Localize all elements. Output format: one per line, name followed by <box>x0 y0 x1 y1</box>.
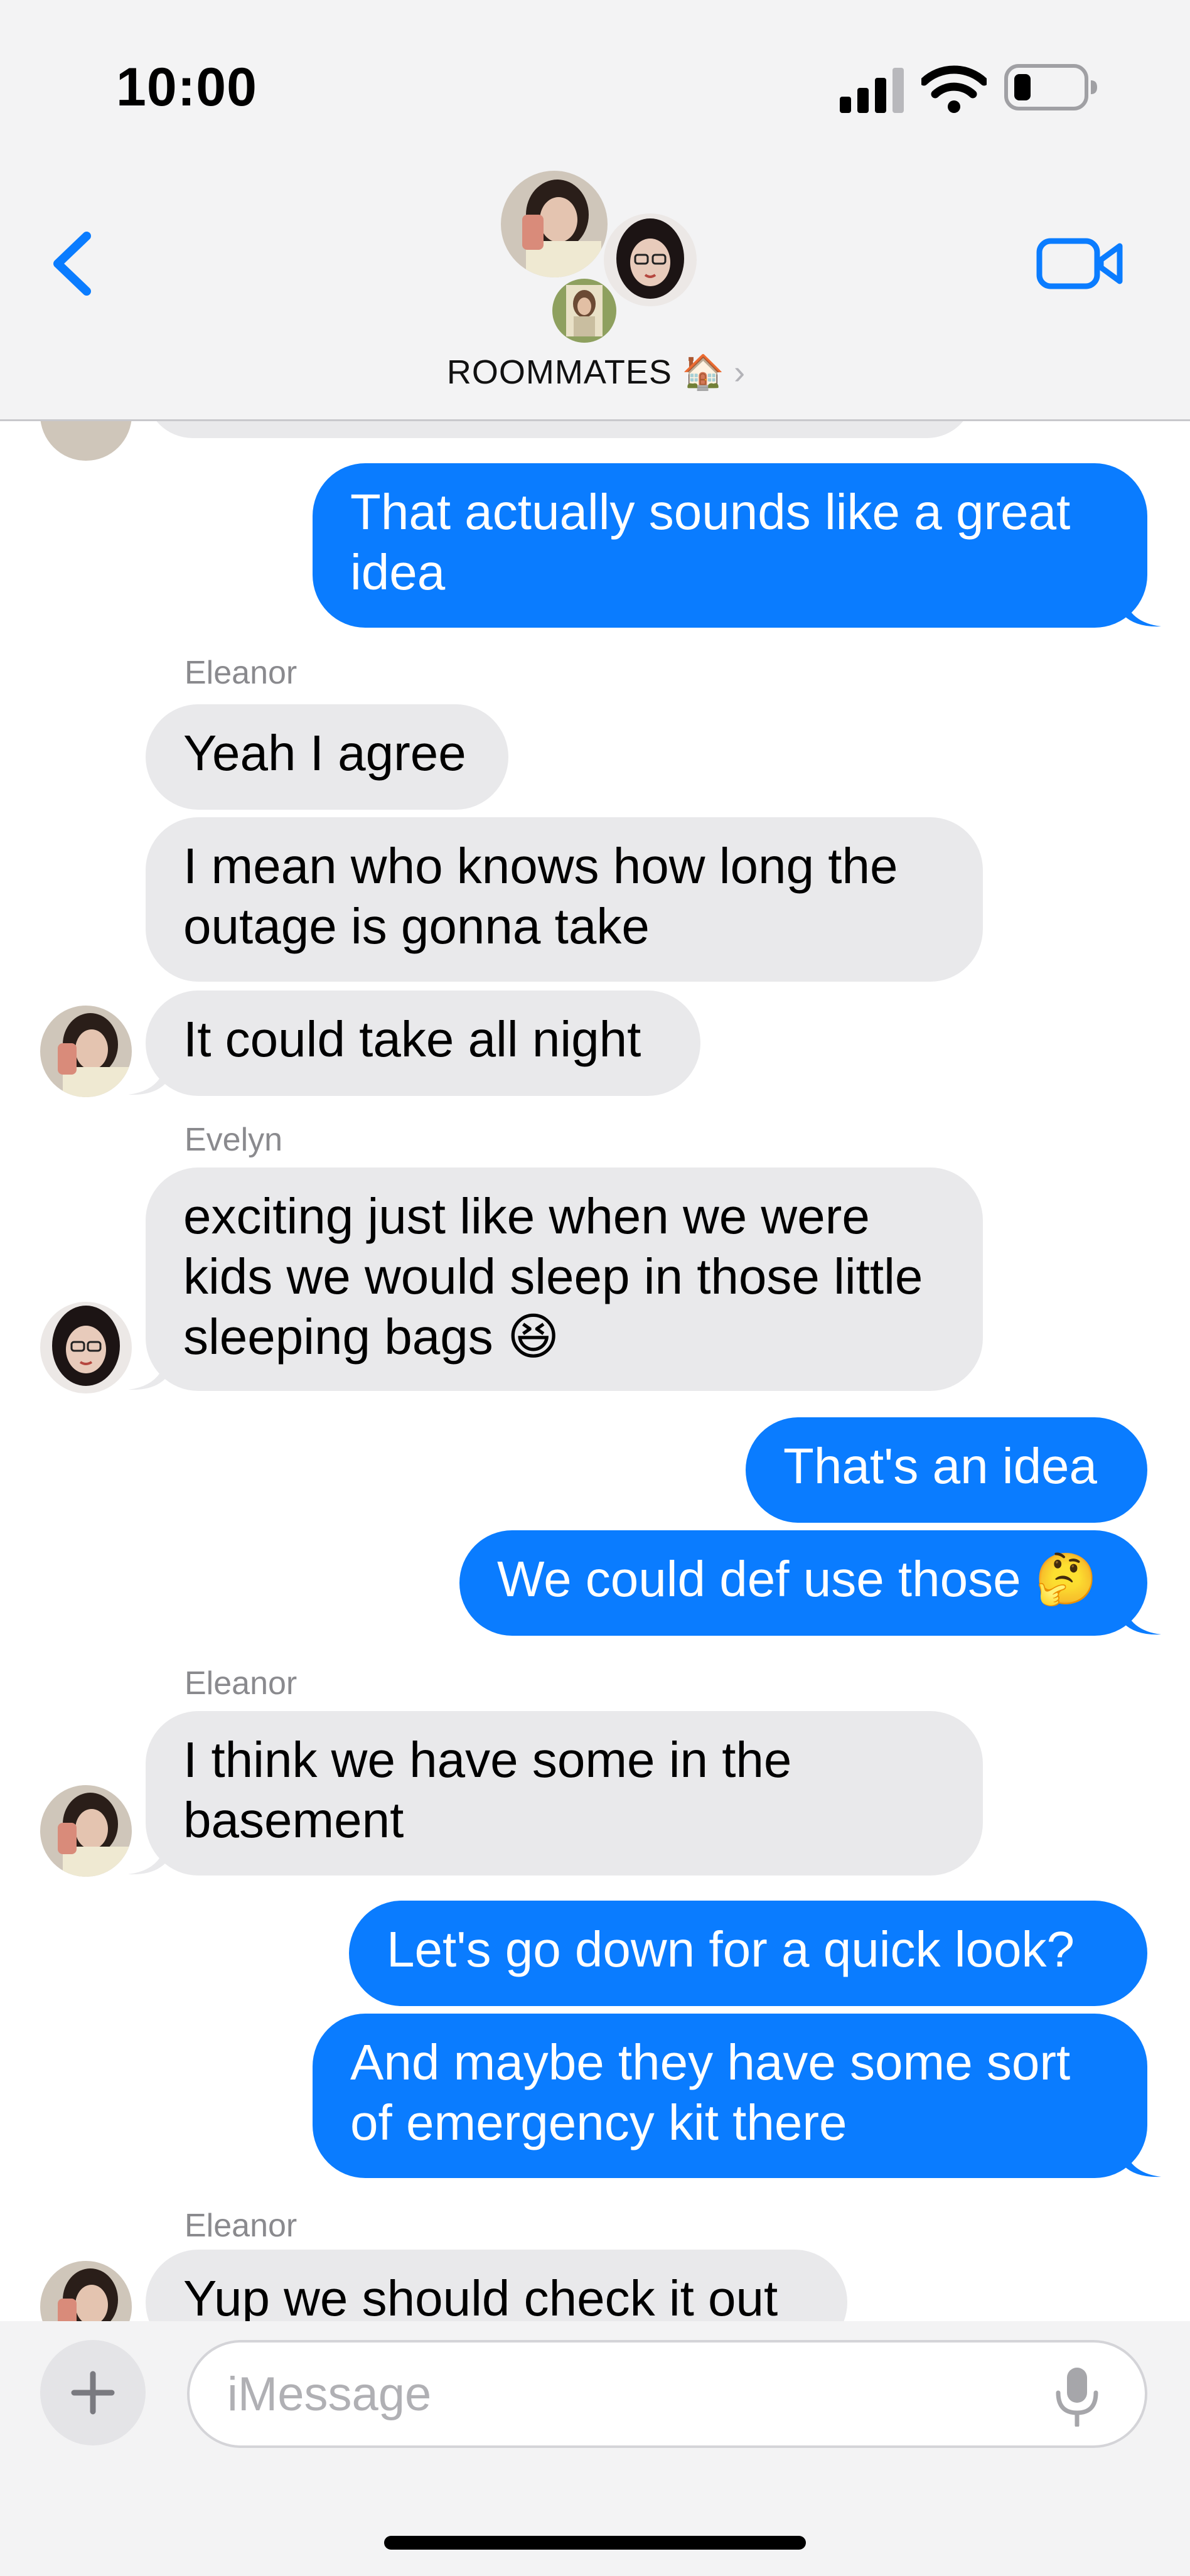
message-bubble-outgoing[interactable]: That's an idea <box>746 1417 1147 1523</box>
avatar-evelyn[interactable] <box>40 1302 132 1393</box>
message-bubble-incoming[interactable]: It could take all night <box>146 990 700 1096</box>
facetime-video-icon[interactable] <box>1036 232 1125 295</box>
group-avatar-3 <box>552 279 616 343</box>
signal-icon <box>840 68 904 113</box>
avatar-eleanor[interactable] <box>40 1006 132 1097</box>
chevron-right-icon: › <box>734 353 746 391</box>
sender-name: Eleanor <box>185 2208 298 2244</box>
bubble-tail <box>128 1844 166 1875</box>
avatar-clipped <box>40 419 132 461</box>
navigation-header: 10:00 ROOMMATES 🏠 › <box>0 0 1190 421</box>
bubble-tail <box>128 1360 166 1390</box>
group-info[interactable]: ROOMMATES 🏠 › <box>447 164 745 428</box>
group-avatar-1 <box>501 171 608 277</box>
battery-icon <box>1004 64 1097 110</box>
plus-icon <box>71 2371 115 2415</box>
sender-name: Eleanor <box>185 1665 298 1702</box>
group-name-text: ROOMMATES <box>446 353 672 391</box>
avatar-eleanor[interactable] <box>40 2261 132 2321</box>
bubble-tail <box>1123 1604 1161 1635</box>
avatar-eleanor[interactable] <box>40 1785 132 1877</box>
sender-name: Eleanor <box>185 655 298 691</box>
apps-plus-button[interactable] <box>40 2340 146 2445</box>
message-list[interactable]: That actually sounds like a great idea E… <box>0 419 1190 2321</box>
message-bubble-outgoing[interactable]: We could def use those 🤔 <box>459 1530 1147 1636</box>
group-name[interactable]: ROOMMATES 🏠 › <box>402 353 791 392</box>
group-avatar-2 <box>604 213 697 306</box>
status-time: 10:00 <box>116 57 257 117</box>
message-bubble-incoming[interactable]: Yeah I agree <box>146 704 508 810</box>
sender-name: Evelyn <box>185 1122 283 1158</box>
bubble-tail <box>1123 2147 1161 2177</box>
wifi-icon <box>921 65 987 113</box>
bubble-tail <box>1123 596 1161 627</box>
message-input[interactable] <box>187 2340 1147 2448</box>
message-bubble-incoming[interactable]: I mean who knows how long the outage is … <box>146 817 983 982</box>
microphone-icon[interactable] <box>1052 2366 1102 2427</box>
message-bubble-outgoing[interactable]: And maybe they have some sort of emergen… <box>313 2014 1147 2178</box>
message-bubble-outgoing[interactable]: Let's go down for a quick look? <box>349 1901 1147 2006</box>
message-bubble-incoming[interactable]: Yup we should check it out <box>146 2250 847 2321</box>
home-indicator[interactable] <box>384 2536 806 2550</box>
message-bubble-incoming[interactable]: I think we have some in the basement <box>146 1711 983 1876</box>
bubble-tail <box>128 1065 166 1095</box>
message-bubble-incoming[interactable]: exciting just like when we were kids we … <box>146 1167 983 1391</box>
back-chevron-icon[interactable] <box>44 226 100 301</box>
house-emoji: 🏠 <box>682 353 726 391</box>
message-bubble-outgoing[interactable]: That actually sounds like a great idea <box>313 463 1147 628</box>
